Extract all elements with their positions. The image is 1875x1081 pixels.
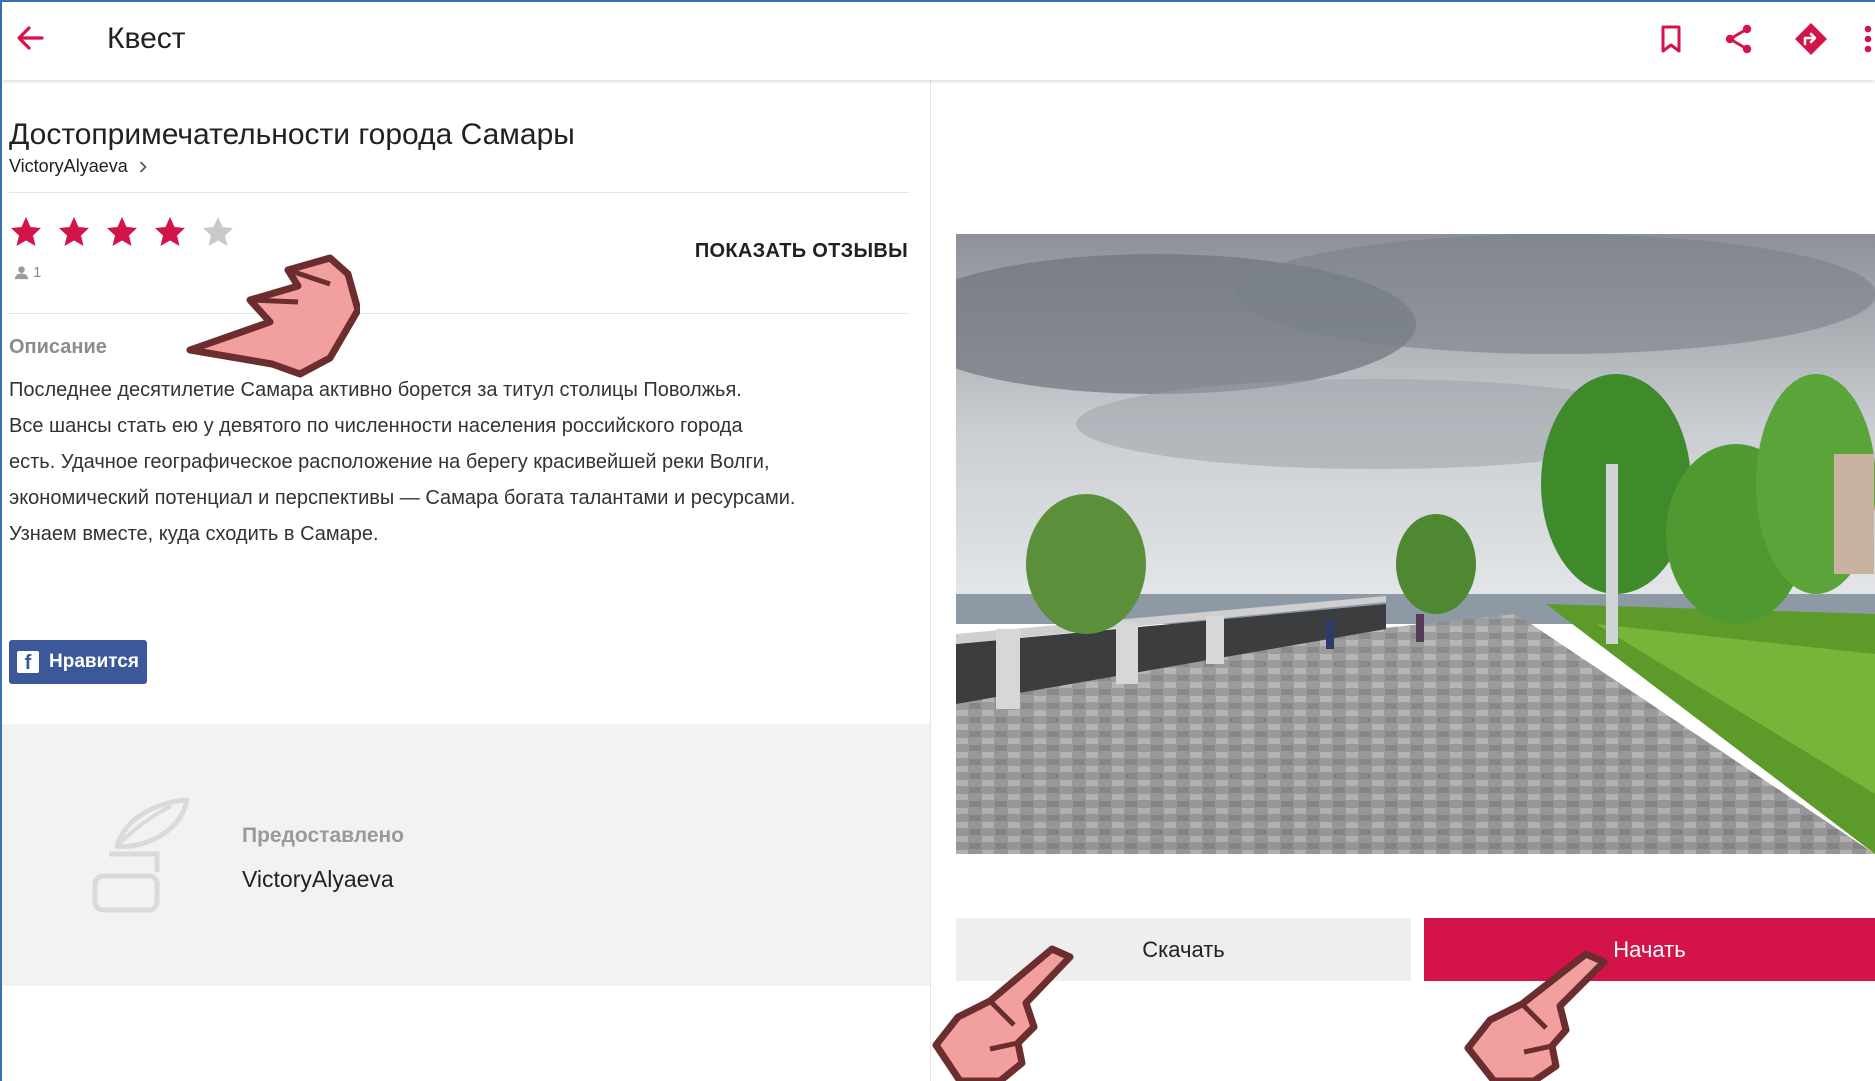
star-empty-icon [203,217,233,246]
star-filled-icon [59,217,89,246]
panel-divider [930,80,931,1081]
provided-label: Предоставлено [242,824,405,847]
divider [9,192,909,193]
back-arrow-icon[interactable] [12,20,48,56]
directions-icon[interactable] [1792,20,1830,58]
chevron-right-icon [139,160,147,173]
star-filled-icon [11,217,41,246]
facebook-like-button[interactable]: f Нравится [9,640,147,684]
show-reviews-button[interactable]: ПОКАЗАТЬ ОТЗЫВЫ [695,240,908,263]
bookmark-icon[interactable] [1652,20,1690,58]
quest-details-panel: Достопримечательности города Самары Vict… [2,80,930,1081]
reviews-count-value: 1 [33,264,42,281]
quest-title: Достопримечательности города Самары [9,118,575,151]
app-bar: Квест [2,2,1875,80]
reviews-count: 1 [14,264,41,281]
divider [9,313,909,314]
description-line: Узнаем вместе, куда сходить в Самаре. [9,523,379,545]
description-line: Все шансы стать ею у девятого по численн… [9,415,743,437]
app-bar-title: Квест [107,22,186,55]
more-vert-icon[interactable] [1860,20,1875,58]
provider-name: VictoryAlyaeva [242,866,394,892]
person-icon [14,266,29,280]
description-line: экономический потенциал и перспективы — … [9,487,796,509]
download-button[interactable]: Скачать [956,918,1411,981]
start-button[interactable]: Начать [1424,918,1875,981]
description-text: Последнее десятилетие Самара активно бор… [9,372,909,552]
star-filled-icon [155,217,185,246]
inkwell-quill-icon [92,797,190,913]
description-line: Последнее десятилетие Самара активно бор… [9,379,742,401]
author-name: VictoryAlyaeva [9,156,128,176]
share-icon[interactable] [1720,20,1758,58]
provided-by-section: Предоставлено VictoryAlyaeva [2,724,930,986]
description-label: Описание [9,336,107,358]
rating-stars [9,215,235,249]
description-line: есть. Удачное географическое расположени… [9,451,770,473]
star-filled-icon [107,217,137,246]
facebook-icon: f [17,651,39,674]
quest-cover-image [956,234,1875,854]
author-link[interactable]: VictoryAlyaeva [9,156,148,177]
facebook-like-label: Нравится [49,651,139,672]
